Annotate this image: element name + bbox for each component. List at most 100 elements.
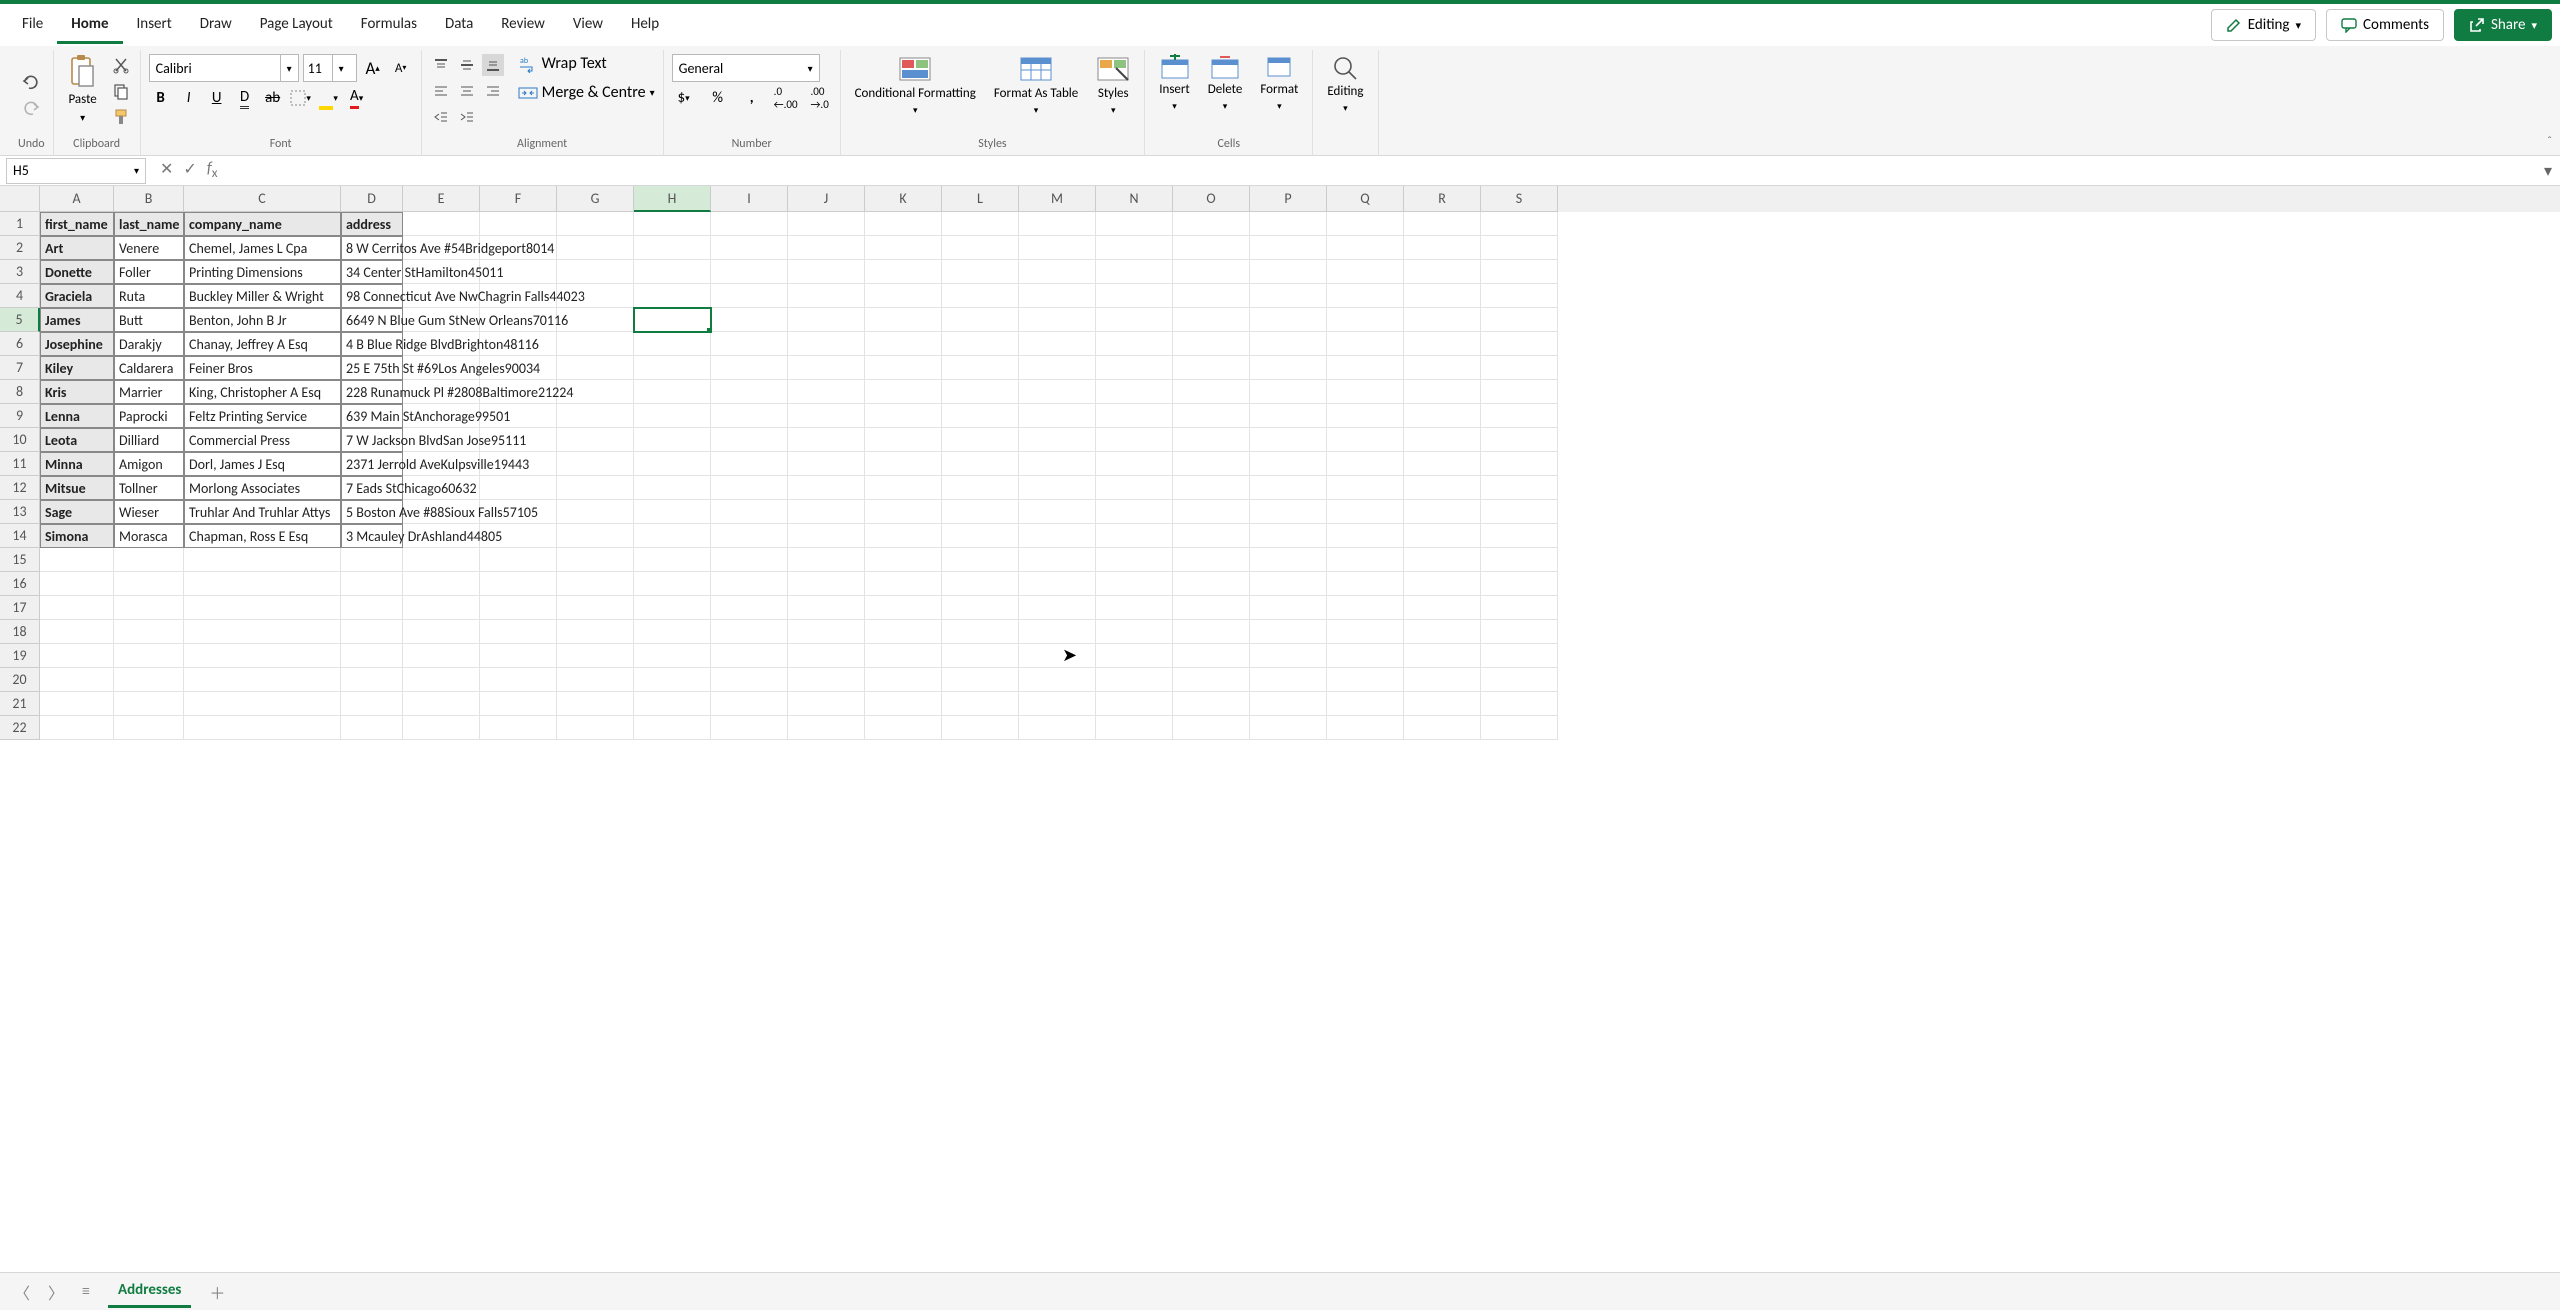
cell-K3[interactable] [865, 260, 942, 284]
cell-R13[interactable] [1404, 500, 1481, 524]
cell-S19[interactable] [1481, 644, 1558, 668]
cell-P21[interactable] [1250, 692, 1327, 716]
cell-F22[interactable] [480, 716, 557, 740]
cell-A1[interactable]: first_name [40, 212, 114, 236]
cell-K16[interactable] [865, 572, 942, 596]
format-painter-button[interactable] [110, 106, 132, 128]
cell-R8[interactable] [1404, 380, 1481, 404]
cell-K19[interactable] [865, 644, 942, 668]
cell-K10[interactable] [865, 428, 942, 452]
cell-L21[interactable] [942, 692, 1019, 716]
cell-R11[interactable] [1404, 452, 1481, 476]
cell-A20[interactable] [40, 668, 114, 692]
cell-H11[interactable] [634, 452, 711, 476]
cell-I21[interactable] [711, 692, 788, 716]
editing-mode-button[interactable]: Editing ▾ [2211, 9, 2316, 41]
cell-P14[interactable] [1250, 524, 1327, 548]
cell-B7[interactable]: Caldarera [114, 356, 184, 380]
cell-J19[interactable] [788, 644, 865, 668]
row-header-15[interactable]: 15 [0, 548, 40, 572]
font-name-input[interactable] [150, 55, 280, 81]
cell-J9[interactable] [788, 404, 865, 428]
cell-R15[interactable] [1404, 548, 1481, 572]
cell-N8[interactable] [1096, 380, 1173, 404]
cell-O13[interactable] [1173, 500, 1250, 524]
undo-button[interactable] [20, 71, 42, 93]
cell-B17[interactable] [114, 596, 184, 620]
bold-button[interactable]: B [149, 86, 173, 110]
menu-home[interactable]: Home [57, 7, 122, 44]
cell-P8[interactable] [1250, 380, 1327, 404]
shrink-font-button[interactable]: A▾ [389, 56, 413, 80]
cell-F15[interactable] [480, 548, 557, 572]
cell-S15[interactable] [1481, 548, 1558, 572]
cell-L2[interactable] [942, 236, 1019, 260]
cell-O20[interactable] [1173, 668, 1250, 692]
cell-O6[interactable] [1173, 332, 1250, 356]
cell-C20[interactable] [184, 668, 341, 692]
cell-K1[interactable] [865, 212, 942, 236]
cell-O16[interactable] [1173, 572, 1250, 596]
cell-E15[interactable] [403, 548, 480, 572]
cell-O3[interactable] [1173, 260, 1250, 284]
cell-J3[interactable] [788, 260, 865, 284]
redo-button[interactable] [20, 97, 42, 119]
cell-F20[interactable] [480, 668, 557, 692]
font-color-button[interactable]: A▾ [345, 86, 369, 110]
cell-D22[interactable] [341, 716, 403, 740]
col-header-C[interactable]: C [184, 186, 341, 212]
row-header-2[interactable]: 2 [0, 236, 40, 260]
cell-P15[interactable] [1250, 548, 1327, 572]
cell-M21[interactable] [1019, 692, 1096, 716]
collapse-ribbon-button[interactable]: ˆ [2547, 135, 2552, 149]
cell-M5[interactable] [1019, 308, 1096, 332]
cell-H7[interactable] [634, 356, 711, 380]
delete-cells-button[interactable]: Delete▾ [1202, 54, 1249, 113]
borders-button[interactable]: ▾ [289, 86, 313, 110]
cell-A13[interactable]: Sage [40, 500, 114, 524]
cell-F12[interactable] [480, 476, 557, 500]
cell-C18[interactable] [184, 620, 341, 644]
cell-A10[interactable]: Leota [40, 428, 114, 452]
cell-A6[interactable]: Josephine [40, 332, 114, 356]
cell-M7[interactable] [1019, 356, 1096, 380]
align-center-button[interactable] [456, 80, 478, 102]
cell-B6[interactable]: Darakjy [114, 332, 184, 356]
copy-button[interactable] [110, 80, 132, 102]
cell-N6[interactable] [1096, 332, 1173, 356]
cell-G10[interactable] [557, 428, 634, 452]
cell-K21[interactable] [865, 692, 942, 716]
cell-M1[interactable] [1019, 212, 1096, 236]
cell-G20[interactable] [557, 668, 634, 692]
cell-N12[interactable] [1096, 476, 1173, 500]
cell-P6[interactable] [1250, 332, 1327, 356]
cell-O14[interactable] [1173, 524, 1250, 548]
increase-indent-button[interactable] [456, 106, 478, 128]
cell-R6[interactable] [1404, 332, 1481, 356]
paste-button[interactable]: Paste ▾ [62, 54, 104, 124]
cell-L10[interactable] [942, 428, 1019, 452]
cell-D6[interactable]: 4 B Blue Ridge BlvdBrighton48116 [341, 332, 403, 356]
cell-D19[interactable] [341, 644, 403, 668]
cell-B5[interactable]: Butt [114, 308, 184, 332]
conditional-formatting-button[interactable]: Conditional Formatting▾ [849, 54, 982, 117]
cell-E18[interactable] [403, 620, 480, 644]
col-header-B[interactable]: B [114, 186, 184, 212]
wrap-text-button[interactable]: ab Wrap Text [518, 54, 655, 73]
cell-P3[interactable] [1250, 260, 1327, 284]
cell-D10[interactable]: 7 W Jackson BlvdSan Jose95111 [341, 428, 403, 452]
editing-menu-button[interactable]: Editing▾ [1321, 54, 1369, 115]
cell-R17[interactable] [1404, 596, 1481, 620]
cell-F21[interactable] [480, 692, 557, 716]
cell-I1[interactable] [711, 212, 788, 236]
cell-K5[interactable] [865, 308, 942, 332]
merge-center-button[interactable]: Merge & Centre ▾ [518, 83, 655, 102]
menu-formulas[interactable]: Formulas [347, 7, 431, 44]
cell-A3[interactable]: Donette [40, 260, 114, 284]
cell-A22[interactable] [40, 716, 114, 740]
row-header-6[interactable]: 6 [0, 332, 40, 356]
cell-E16[interactable] [403, 572, 480, 596]
cell-N7[interactable] [1096, 356, 1173, 380]
cell-Q14[interactable] [1327, 524, 1404, 548]
cell-P9[interactable] [1250, 404, 1327, 428]
